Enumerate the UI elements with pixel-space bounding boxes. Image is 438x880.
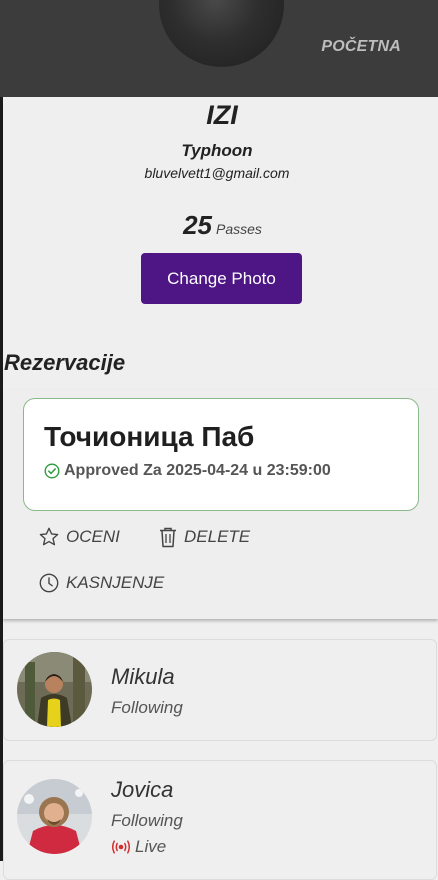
user-follow-status: Following	[111, 698, 183, 717]
passes-label: Passes	[216, 221, 262, 237]
rate-label: OCENI	[66, 527, 120, 546]
passes-count: 25	[183, 210, 212, 240]
star-icon	[39, 527, 59, 546]
reservation-status-text: Approved Za 2025-04-24 u 23:59:00	[64, 462, 331, 479]
change-photo-button[interactable]: Change Photo	[141, 253, 302, 304]
check-circle-icon	[44, 463, 60, 479]
late-button[interactable]: KASNJENJE	[38, 572, 164, 594]
delete-label: DELETE	[184, 527, 251, 546]
reservations-title: Rezervacije	[4, 350, 126, 375]
user-name: Jovica	[111, 777, 174, 802]
reservation-panel: Точионица Паб Approved Za 2025-04-24 u 2…	[3, 390, 438, 619]
passes-counter: 25 Passes	[0, 210, 438, 241]
nav-home-link[interactable]: POČETNA	[321, 38, 401, 56]
user-avatar	[17, 652, 92, 727]
reservation-venue: Точионица Паб	[44, 421, 255, 452]
profile-email: bluvelvett1@gmail.com	[144, 165, 290, 181]
profile-subtitle: Typhoon	[181, 141, 253, 160]
user-avatar	[17, 779, 92, 854]
following-card[interactable]: Mikula Following	[3, 639, 437, 741]
reservation-status: Approved Za 2025-04-24 u 23:59:00	[44, 462, 331, 480]
reservation-card[interactable]: Точионица Паб Approved Za 2025-04-24 u 2…	[23, 398, 419, 511]
rate-button[interactable]: OCENI	[38, 526, 120, 548]
header: POČETNA	[0, 0, 438, 97]
live-label: Live	[135, 837, 167, 856]
clock-icon	[39, 573, 59, 593]
user-follow-status: Following	[111, 811, 183, 830]
profile-name: IZI	[206, 100, 238, 130]
user-name: Mikula	[111, 664, 175, 689]
broadcast-icon	[111, 840, 131, 854]
delete-button[interactable]: DELETE	[158, 526, 250, 548]
profile-avatar[interactable]	[159, 0, 284, 67]
late-label: KASNJENJE	[66, 573, 165, 592]
trash-icon	[160, 527, 176, 548]
live-indicator: Live	[111, 837, 166, 857]
following-card[interactable]: Jovica Following Live	[3, 760, 437, 880]
